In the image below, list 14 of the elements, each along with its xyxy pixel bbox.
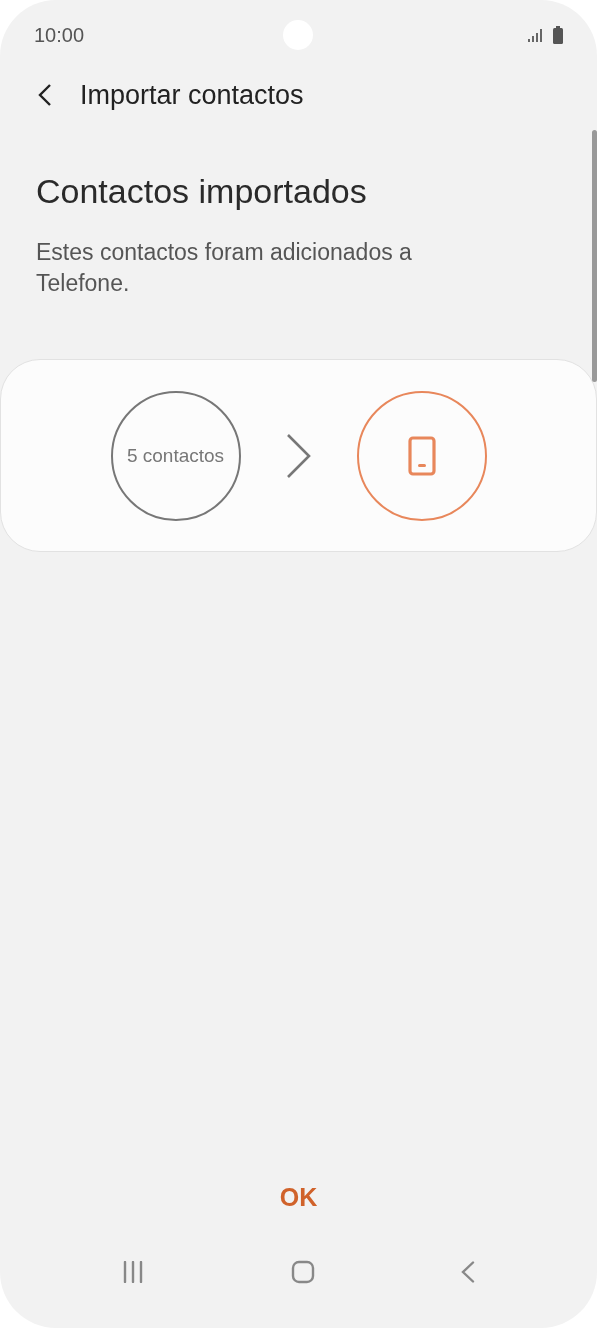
signal-icon: [527, 27, 543, 43]
phone-icon: [407, 435, 436, 476]
description-text: Estes contactos foram adicionados a Telefone.: [36, 238, 413, 298]
battery-icon: [553, 26, 563, 44]
home-icon[interactable]: [290, 1260, 315, 1284]
ok-button[interactable]: OK: [259, 1175, 338, 1220]
chevron-right-icon: [285, 432, 312, 479]
section-heading: Contactos importados: [36, 172, 368, 211]
page-title: Importar contactos: [80, 79, 304, 111]
back-icon[interactable]: [38, 84, 52, 106]
back-nav-icon[interactable]: [461, 1261, 475, 1283]
source-circle: 5 contactos: [110, 390, 241, 521]
status-time: 10:00: [34, 23, 85, 47]
recent-apps-icon[interactable]: [122, 1261, 144, 1283]
